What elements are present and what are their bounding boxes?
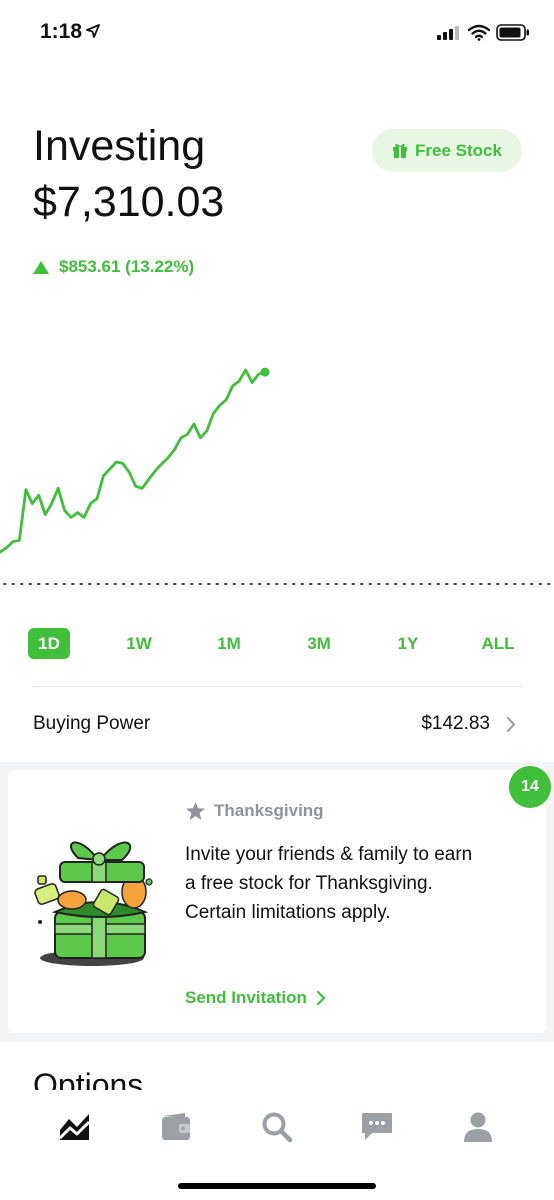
chart-point: [83, 516, 85, 518]
chart-point: [31, 503, 33, 505]
chart-point: [167, 457, 169, 459]
chart-point: [251, 382, 253, 384]
chart-point: [64, 510, 66, 512]
card-tag: Thanksgiving: [186, 801, 324, 821]
wallet-tab[interactable]: [156, 1107, 196, 1147]
chart-point: [174, 449, 176, 451]
status-time: 1:18: [40, 20, 83, 43]
chart-point: [186, 433, 188, 435]
buying-power-label: Buying Power: [33, 713, 151, 734]
chart-current-dot: [260, 367, 270, 377]
chart-point: [128, 471, 130, 473]
card-tag-label: Thanksgiving: [214, 801, 324, 820]
chat-icon: [362, 1113, 392, 1140]
send-invitation-label: Send Invitation: [185, 988, 307, 1007]
chart-line: [0, 368, 267, 554]
chart-point: [77, 512, 79, 514]
location-arrow-icon: [86, 24, 100, 38]
card-body-line: Invite your friends & family to earn: [185, 844, 473, 865]
wifi-icon: [468, 24, 490, 41]
range-1w[interactable]: 1W: [126, 628, 152, 659]
portfolio-tab[interactable]: [55, 1107, 95, 1147]
chart-point: [12, 541, 14, 543]
account-tab[interactable]: [458, 1107, 498, 1147]
chart-point: [245, 369, 247, 371]
chart-point: [199, 437, 201, 439]
chart-point: [109, 468, 111, 470]
daily-change: $853.61 (13.22%): [33, 257, 194, 277]
card-body-line: a free stock for Thanksgiving.: [185, 873, 433, 894]
chart-point: [225, 399, 227, 401]
chart-point: [180, 437, 182, 439]
options-heading: Options: [33, 1067, 144, 1090]
signal-icon: [437, 26, 459, 40]
chart-point: [154, 470, 156, 472]
chart-point: [51, 503, 53, 505]
chart-point: [90, 503, 92, 505]
chart-point: [18, 539, 20, 541]
chart-point: [122, 462, 124, 464]
up-triangle-icon: [33, 260, 49, 274]
time-range-selector: 1D 1W 1M 3M 1Y ALL: [0, 628, 554, 660]
home-indicator: [178, 1183, 376, 1189]
person-icon: [464, 1112, 492, 1142]
chart-point: [70, 516, 72, 518]
chart-point: [238, 380, 240, 382]
chart-point: [38, 494, 40, 496]
portfolio-balance: $7,310.03: [33, 178, 225, 226]
portfolio-chart-icon: [58, 1114, 91, 1140]
chart-point: [25, 489, 27, 491]
buying-power-value: $142.83: [421, 713, 490, 734]
range-1d[interactable]: 1D: [28, 628, 70, 659]
divider: [33, 686, 522, 687]
range-all[interactable]: ALL: [481, 628, 514, 659]
chart-point: [135, 485, 137, 487]
range-3m[interactable]: 3M: [307, 628, 331, 659]
buying-power-row[interactable]: Buying Power $142.83: [0, 700, 554, 748]
search-tab[interactable]: [257, 1107, 297, 1147]
chart-point: [115, 461, 117, 463]
star-icon: [186, 802, 205, 820]
chart-point: [6, 547, 8, 549]
daily-change-value: $853.61 (13.22%): [59, 257, 195, 276]
messages-tab[interactable]: [357, 1107, 397, 1147]
options-section: Options: [0, 1042, 554, 1090]
chart-point: [193, 423, 195, 425]
chart-point: [102, 475, 104, 477]
battery-icon: [496, 24, 529, 41]
card-count-badge[interactable]: 14: [509, 766, 551, 808]
wallet-icon: [162, 1113, 190, 1140]
gift-icon: [393, 143, 408, 158]
chevron-right-icon: [507, 717, 515, 732]
chevron-right-icon: [316, 990, 325, 1006]
page-title: Investing: [33, 122, 206, 170]
gift-box-illustration: [34, 841, 153, 966]
chart-point: [57, 487, 59, 489]
status-bar: 1:18: [0, 0, 554, 70]
chart-point: [141, 487, 143, 489]
chart-point: [258, 373, 260, 375]
range-1m[interactable]: 1M: [217, 628, 241, 659]
chart-point: [219, 404, 221, 406]
free-stock-button[interactable]: Free Stock: [372, 129, 522, 172]
chart-point: [44, 514, 46, 516]
send-invitation-link[interactable]: Send Invitation: [185, 988, 326, 1008]
portfolio-chart[interactable]: [0, 300, 554, 600]
card-body-line: Certain limitations apply.: [185, 902, 391, 923]
card-body: Invite your friends & family to earn a f…: [185, 840, 525, 927]
chart-point: [206, 430, 208, 432]
chart-point: [96, 498, 98, 500]
chart-point: [212, 413, 214, 415]
chart-point: [232, 385, 234, 387]
free-stock-label: Free Stock: [415, 140, 502, 160]
chart-point: [161, 463, 163, 465]
chart-point: [148, 478, 150, 480]
search-icon: [262, 1112, 293, 1143]
chart-points: [0, 369, 266, 553]
range-1y[interactable]: 1Y: [398, 628, 419, 659]
